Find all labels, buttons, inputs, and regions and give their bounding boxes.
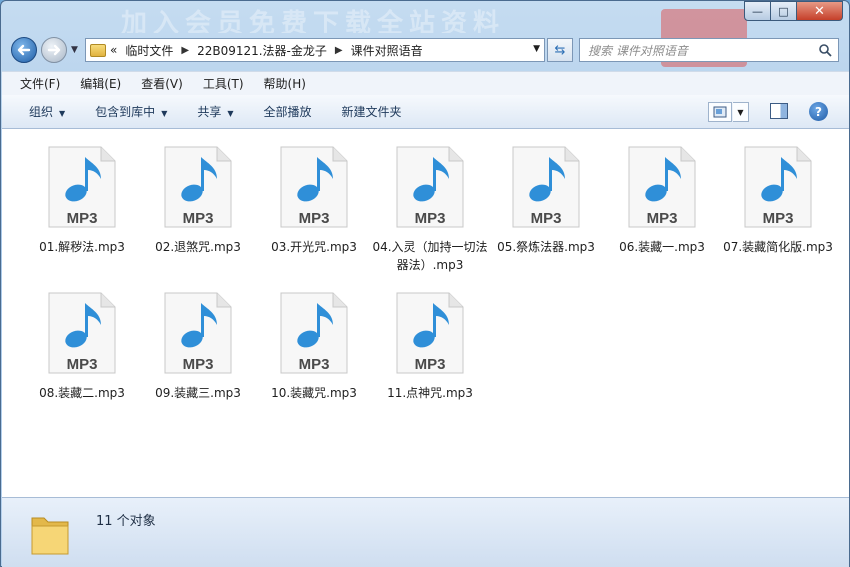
back-button[interactable]	[11, 37, 37, 63]
mp3-badge: MP3	[183, 356, 214, 373]
minimize-button[interactable]: —	[744, 1, 771, 21]
mp3-file-icon: MP3	[164, 292, 232, 374]
view-icon	[713, 106, 727, 118]
mp3-file-icon: MP3	[280, 292, 348, 374]
mp3-file-icon: MP3	[744, 146, 812, 228]
view-options-dropdown[interactable]: ▼	[733, 102, 749, 122]
file-name: 11.点神咒.mp3	[387, 386, 473, 400]
mp3-badge: MP3	[67, 210, 98, 227]
file-name: 03.开光咒.mp3	[271, 240, 357, 254]
mp3-file-icon: MP3	[396, 146, 464, 228]
menu-bar: 文件(F) 编辑(E) 查看(V) 工具(T) 帮助(H)	[2, 71, 849, 95]
file-item[interactable]: MP3 09.装藏三.mp3	[140, 291, 256, 402]
breadcrumb-separator-icon[interactable]: ▶	[335, 45, 343, 56]
file-item[interactable]: MP3 08.装藏二.mp3	[24, 291, 140, 402]
mp3-file-icon: MP3	[48, 292, 116, 374]
search-input[interactable]: 搜索 课件对照语音	[579, 38, 839, 62]
change-view-button[interactable]	[708, 102, 732, 122]
mp3-badge: MP3	[763, 210, 794, 227]
mp3-file-icon: MP3	[512, 146, 580, 228]
recent-pages-dropdown[interactable]: ▼	[71, 45, 78, 55]
mp3-badge: MP3	[647, 210, 678, 227]
include-library-label: 包含到库中	[95, 105, 156, 119]
breadcrumb-temp-files[interactable]: 临时文件	[125, 42, 173, 59]
file-item[interactable]: MP3 02.退煞咒.mp3	[140, 145, 256, 256]
mp3-file-icon: MP3	[48, 146, 116, 228]
file-name: 09.装藏三.mp3	[155, 386, 241, 400]
breadcrumb-separator-icon[interactable]: ▶	[181, 45, 189, 56]
back-arrow-icon	[17, 44, 31, 56]
dropdown-arrow-icon: ▼	[59, 109, 66, 118]
menu-file[interactable]: 文件(F)	[20, 75, 60, 92]
file-name: 10.装藏咒.mp3	[271, 386, 357, 400]
menu-help[interactable]: 帮助(H)	[264, 75, 306, 92]
forward-button[interactable]	[41, 37, 67, 63]
mp3-file-icon: MP3	[396, 292, 464, 374]
search-placeholder: 搜索 课件对照语音	[588, 43, 688, 58]
dropdown-arrow-icon: ▼	[161, 109, 168, 118]
command-bar: 组织 ▼ 包含到库中 ▼ 共享 ▼ 全部播放 新建文件夹 ▼ ?	[2, 95, 849, 129]
share-button[interactable]: 共享 ▼	[197, 103, 233, 120]
address-bar[interactable]: « 临时文件 ▶ 22B09121.法器-金龙子 ▶ 课件对照语音 ▼	[85, 38, 545, 62]
refresh-button[interactable]: ⇆	[547, 38, 573, 62]
address-overflow[interactable]: «	[110, 43, 117, 57]
caption-buttons: — □ ✕	[744, 1, 843, 21]
file-list[interactable]: MP3 01.解秽法.mp3 MP3 02.退煞咒.mp3 MP3 03.开光咒.mp3 M…	[2, 129, 849, 497]
details-pane: 11 个对象	[2, 497, 849, 567]
play-all-button[interactable]: 全部播放	[264, 103, 312, 120]
refresh-icon: ⇆	[554, 42, 566, 58]
help-button[interactable]: ?	[809, 102, 828, 121]
mp3-badge: MP3	[67, 356, 98, 373]
mp3-badge: MP3	[299, 356, 330, 373]
dropdown-arrow-icon: ▼	[227, 109, 234, 118]
file-name: 06.装藏一.mp3	[619, 240, 705, 254]
mp3-badge: MP3	[299, 210, 330, 227]
mp3-file-icon: MP3	[280, 146, 348, 228]
folder-icon	[90, 43, 106, 57]
mp3-badge: MP3	[531, 210, 562, 227]
menu-view[interactable]: 查看(V)	[141, 75, 183, 92]
navigation-row: ▼ « 临时文件 ▶ 22B09121.法器-金龙子 ▶ 课件对照语音 ▼ ⇆ …	[1, 35, 849, 65]
address-dropdown-icon[interactable]: ▼	[533, 44, 540, 54]
search-icon[interactable]	[818, 43, 832, 57]
file-item[interactable]: MP3 07.装藏简化版.mp3	[720, 145, 836, 256]
file-item[interactable]: MP3 11.点神咒.mp3	[372, 291, 488, 402]
file-name: 05.祭炼法器.mp3	[497, 240, 595, 254]
watermark-banner: 加入会员免费下载全站资料	[121, 9, 506, 33]
file-item[interactable]: MP3 05.祭炼法器.mp3	[488, 145, 604, 256]
mp3-file-icon: MP3	[164, 146, 232, 228]
file-name: 02.退煞咒.mp3	[155, 240, 241, 254]
item-count: 11 个对象	[96, 514, 156, 529]
mp3-file-icon: MP3	[628, 146, 696, 228]
file-item[interactable]: MP3 01.解秽法.mp3	[24, 145, 140, 256]
file-item[interactable]: MP3 10.装藏咒.mp3	[256, 291, 372, 402]
preview-pane-button[interactable]	[770, 103, 788, 119]
file-name: 07.装藏简化版.mp3	[723, 240, 833, 254]
mp3-badge: MP3	[183, 210, 214, 227]
organize-button[interactable]: 组织 ▼	[29, 103, 65, 120]
file-item[interactable]: MP3 03.开光咒.mp3	[256, 145, 372, 256]
include-in-library-button[interactable]: 包含到库中 ▼	[95, 103, 167, 120]
maximize-button[interactable]: □	[771, 1, 797, 21]
file-item[interactable]: MP3 06.装藏一.mp3	[604, 145, 720, 256]
mp3-badge: MP3	[415, 210, 446, 227]
share-label: 共享	[197, 105, 222, 119]
folder-icon	[31, 517, 69, 555]
breadcrumb-current[interactable]: 课件对照语音	[351, 42, 423, 59]
file-name: 08.装藏二.mp3	[39, 386, 125, 400]
explorer-window: 加入会员免费下载全站资料 — □ ✕ ▼ « 临时文件 ▶ 22B09121.法…	[0, 0, 850, 567]
mp3-badge: MP3	[415, 356, 446, 373]
help-icon: ?	[815, 104, 822, 119]
file-name: 01.解秽法.mp3	[39, 240, 125, 254]
forward-arrow-icon	[47, 44, 61, 56]
new-folder-button[interactable]: 新建文件夹	[342, 103, 402, 120]
menu-tools[interactable]: 工具(T)	[203, 75, 244, 92]
organize-label: 组织	[29, 105, 54, 119]
file-name: 04.入灵（加持一切法器法）.mp3	[372, 240, 488, 272]
menu-edit[interactable]: 编辑(E)	[80, 75, 121, 92]
close-button[interactable]: ✕	[797, 1, 843, 21]
breadcrumb-folder[interactable]: 22B09121.法器-金龙子	[197, 42, 327, 59]
title-bar[interactable]: 加入会员免费下载全站资料 — □ ✕	[1, 1, 849, 67]
file-item[interactable]: MP3 04.入灵（加持一切法器法）.mp3	[372, 145, 488, 274]
